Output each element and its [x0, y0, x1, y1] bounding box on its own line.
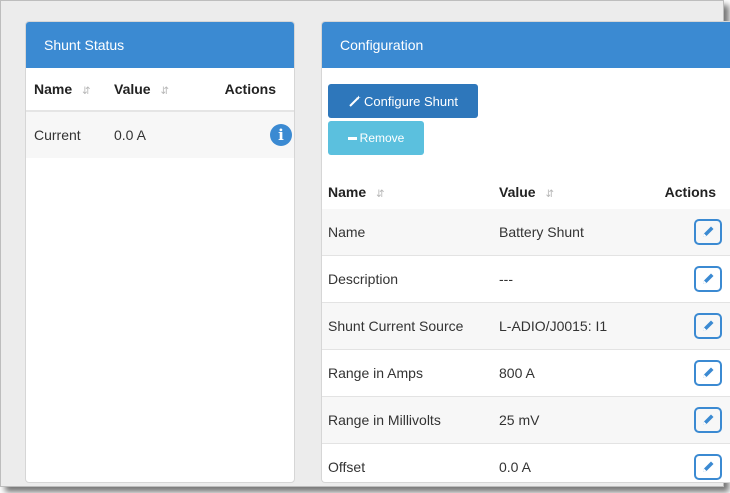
edit-icon[interactable] — [694, 219, 722, 245]
row-actions — [649, 313, 730, 339]
table-row: Range in Amps 800 A — [322, 350, 730, 397]
row-value: L-ADIO/J0015: I1 — [499, 318, 608, 334]
row-value: 0.0 A — [499, 459, 531, 475]
configure-shunt-button[interactable]: Configure Shunt — [328, 84, 478, 118]
row-value: 25 mV — [499, 412, 540, 428]
table-row: Name Battery Shunt — [322, 209, 730, 256]
row-name: Shunt Current Source — [328, 318, 464, 334]
table-row: Current 0.0 A i — [26, 112, 294, 158]
row-value: --- — [499, 271, 513, 287]
column-header-name[interactable]: Name ⇵ — [26, 81, 114, 97]
configuration-title: Configuration — [322, 22, 730, 68]
row-name: Offset — [328, 459, 366, 475]
sort-icon[interactable]: ⇵ — [546, 189, 554, 200]
table-row: Description --- — [322, 256, 730, 303]
row-value: 0.0 A — [114, 127, 146, 143]
column-header-value[interactable]: Value ⇵ — [499, 184, 649, 200]
column-header-actions: Actions — [664, 184, 716, 200]
edit-icon[interactable] — [694, 454, 722, 480]
row-name: Current — [34, 127, 81, 143]
row-actions — [649, 266, 730, 292]
table-row: Offset 0.0 A — [322, 444, 730, 482]
configuration-table-body: Name Battery Shunt Description --- Shunt… — [322, 209, 730, 482]
edit-icon[interactable] — [694, 360, 722, 386]
configure-shunt-label: Configure Shunt — [364, 93, 458, 109]
wand-icon — [349, 95, 362, 107]
edit-icon[interactable] — [694, 407, 722, 433]
minus-icon — [347, 136, 357, 140]
info-icon[interactable]: i — [270, 124, 292, 146]
configuration-table-header: Name ⇵ Value ⇵ Actions — [322, 175, 730, 211]
row-name: Name — [328, 224, 366, 240]
shunt-status-title: Shunt Status — [26, 22, 294, 68]
row-name: Range in Amps — [328, 365, 423, 381]
column-header-name[interactable]: Name ⇵ — [322, 184, 499, 200]
column-header-value-label: Value — [499, 184, 536, 200]
sort-icon[interactable]: ⇵ — [161, 86, 169, 97]
configuration-panel: Configuration Configure Shunt Remove Nam… — [321, 21, 730, 483]
column-header-value-label: Value — [114, 81, 151, 97]
edit-icon[interactable] — [694, 266, 722, 292]
shunt-status-panel: Shunt Status Name ⇵ Value ⇵ Actions Curren… — [25, 21, 295, 483]
row-name: Description — [328, 271, 399, 287]
table-row: Range in Millivolts 25 mV — [322, 397, 730, 444]
remove-button[interactable]: Remove — [328, 121, 424, 155]
column-header-actions: Actions — [224, 81, 276, 97]
row-actions: i — [204, 124, 294, 146]
window-frame: Shunt Status Name ⇵ Value ⇵ Actions Curren… — [0, 0, 730, 487]
column-header-name-label: Name — [34, 81, 73, 97]
row-actions — [649, 219, 730, 245]
sort-icon[interactable]: ⇵ — [376, 189, 384, 200]
row-actions — [649, 360, 730, 386]
row-actions — [649, 407, 730, 433]
sort-icon[interactable]: ⇵ — [82, 86, 90, 97]
edit-icon[interactable] — [694, 313, 722, 339]
column-header-value[interactable]: Value ⇵ — [114, 81, 204, 97]
row-value: Battery Shunt — [499, 224, 584, 240]
table-row: Shunt Current Source L-ADIO/J0015: I1 — [322, 303, 730, 350]
row-name: Range in Millivolts — [328, 412, 441, 428]
row-value: 800 A — [499, 365, 535, 381]
remove-label: Remove — [359, 131, 405, 145]
row-actions — [649, 454, 730, 480]
column-header-name-label: Name — [328, 184, 367, 200]
shunt-status-table-header: Name ⇵ Value ⇵ Actions — [26, 68, 294, 112]
